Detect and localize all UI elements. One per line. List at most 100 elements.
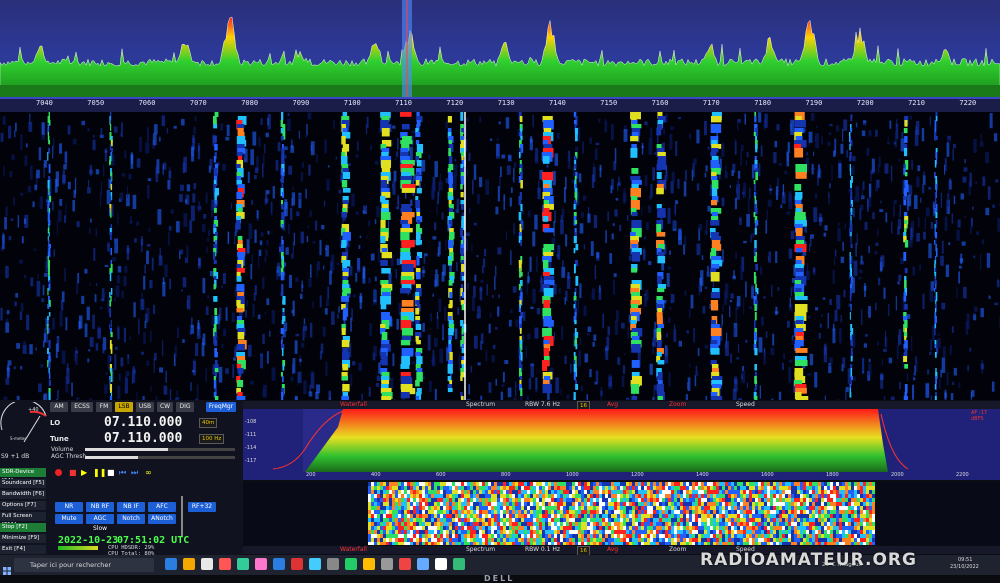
chrome-icon[interactable] [219,558,231,570]
forward-icon[interactable]: ⏭ [131,468,138,478]
rf-spectrum-display[interactable] [0,0,1000,97]
mode-cw-button[interactable]: CW [157,402,173,412]
acrobat-icon[interactable] [291,558,303,570]
transport-controls: ■ ▶ ❚❚ ■ ⏮ ⏭ ∞ [55,468,180,478]
side-button-3[interactable]: Options [F7] [0,501,46,510]
cpu-bar [58,546,98,550]
settings-icon[interactable] [309,558,321,570]
freq-tick: 7130 [497,99,515,107]
dsp-mute-button[interactable]: Mute [55,514,83,524]
excel-icon[interactable] [345,558,357,570]
freq-tick: 7120 [446,99,464,107]
rbw-label[interactable]: RBW 7.6 Hz [525,401,560,409]
app-icon[interactable] [417,558,429,570]
rec-options-icon[interactable]: ■ [69,468,77,477]
tune-frequency[interactable]: 07.110.000 [104,431,182,446]
task-view-icon[interactable] [165,558,177,570]
audio-y-tick: -117 [245,458,257,464]
dsp-anotch-button[interactable]: ANotch [148,514,176,524]
side-button-7[interactable]: Exit [F4] [0,545,46,554]
af-waterfall-label[interactable]: Waterfall [340,546,367,554]
side-button-2[interactable]: Bandwidth [F6] [0,490,46,499]
dsp-afc-button[interactable]: AFC [148,502,176,512]
audio-spectrum-display[interactable]: -108 -111 -114 -117 200 400 600 800 1000 1200 1400… [243,409,1000,480]
store-icon[interactable] [237,558,249,570]
mode-usb-button[interactable]: USB [136,402,154,412]
agc-label: AGC Thresh. [51,453,89,460]
mode-fm-button[interactable]: FM [96,402,112,412]
agc-slider[interactable] [85,456,235,459]
audio-waterfall-display[interactable] [243,482,1000,545]
dsp-nr-button[interactable]: NR [55,502,83,512]
folder-icon[interactable] [363,558,375,570]
af-rbw-label[interactable]: RBW 0.1 Hz [525,546,560,554]
dsp-nb-rf-button[interactable]: NB RF [86,502,114,512]
side-button-5[interactable]: Stop [F2] [0,523,46,532]
step-select[interactable]: 100 Hz [199,434,225,444]
rewind-icon[interactable]: ⏮ [119,468,126,478]
audio-x-tick: 1000 [566,472,579,478]
freq-tick: 7090 [292,99,310,107]
rf-gain-button[interactable]: RF+32 [188,502,216,512]
mode-lsb-button[interactable]: LSB [115,402,133,412]
freqmgr-button[interactable]: FreqMgr [206,402,236,412]
af-spectrum-label[interactable]: Spectrum [466,546,495,554]
af-avg-label[interactable]: Avg [607,546,618,554]
taskbar-search-input[interactable]: Taper ici pour rechercher [14,558,154,572]
speed-label[interactable]: Speed [736,401,755,409]
dsp-agc-slow-button[interactable]: AGC Slow [86,514,114,532]
avg-label[interactable]: Avg [607,401,618,409]
volume-label: Volume [51,446,74,453]
play-icon[interactable]: ▶ [81,468,87,477]
rf-display-settings-strip[interactable]: Waterfall Spectrum RBW 7.6 Hz 16 Avg Zoo… [243,401,1000,411]
clock-time[interactable]: 09:51 [958,557,972,563]
af-zoom-label[interactable]: Zoom [669,546,686,554]
audio-x-tick: 200 [306,472,316,478]
rf-slider[interactable] [181,496,183,536]
app-icon[interactable] [327,558,339,570]
app-icon[interactable] [435,558,447,570]
loop-icon[interactable]: ∞ [145,468,152,477]
freq-tick: 7060 [138,99,156,107]
audio-x-tick: 1400 [696,472,709,478]
audio-x-tick: 1200 [631,472,644,478]
file-explorer-icon[interactable] [183,558,195,570]
record-icon[interactable] [55,469,62,476]
rf-waterfall-display[interactable] [0,112,1000,400]
volume-slider[interactable] [85,448,235,451]
edge-icon[interactable] [201,558,213,570]
band-select[interactable]: 40m [199,418,218,428]
freq-tick: 7070 [189,99,207,107]
dsp-nb-if-button[interactable]: NB IF [117,502,145,512]
side-button-1[interactable]: Soundcard [F5] [0,479,46,488]
dsp-notch-button[interactable]: Notch [117,514,145,524]
audio-x-tick: 600 [436,472,446,478]
lo-frequency[interactable]: 07.110.000 [104,415,182,430]
spectrum-label[interactable]: Spectrum [466,401,495,409]
freq-tick: 7050 [87,99,105,107]
side-button-0[interactable]: SDR-Device [F4] [0,468,46,484]
clock-date[interactable]: 23/10/2022 [950,564,979,570]
freq-tick: 7040 [36,99,53,107]
waterfall-label[interactable]: Waterfall [340,401,367,409]
mail-icon[interactable] [255,558,267,570]
pause-icon[interactable]: ❚❚ [93,468,106,477]
mode-ecss-button[interactable]: ECSS [71,402,93,412]
word-icon[interactable] [273,558,285,570]
zoom-label[interactable]: Zoom [669,401,686,409]
svg-text:S-meter: S-meter [10,436,26,441]
audio-x-tick: 400 [371,472,381,478]
freq-tick: 7150 [600,99,618,107]
youtube-icon[interactable] [399,558,411,570]
side-button-4[interactable]: Full Screen [F11] [0,512,46,528]
freq-tick: 7180 [754,99,772,107]
side-button-6[interactable]: Minimize [F9] [0,534,46,543]
app-icon[interactable] [381,558,393,570]
audio-y-tick: -108 [245,419,257,425]
windows-start-icon[interactable] [3,560,11,575]
mode-am-button[interactable]: AM [50,402,68,412]
stop-icon[interactable]: ■ [107,468,115,477]
app-icon[interactable] [453,558,465,570]
watermark: RADIOAMATEUR.ORG [700,550,917,570]
mode-dig-button[interactable]: DIG [176,402,194,412]
